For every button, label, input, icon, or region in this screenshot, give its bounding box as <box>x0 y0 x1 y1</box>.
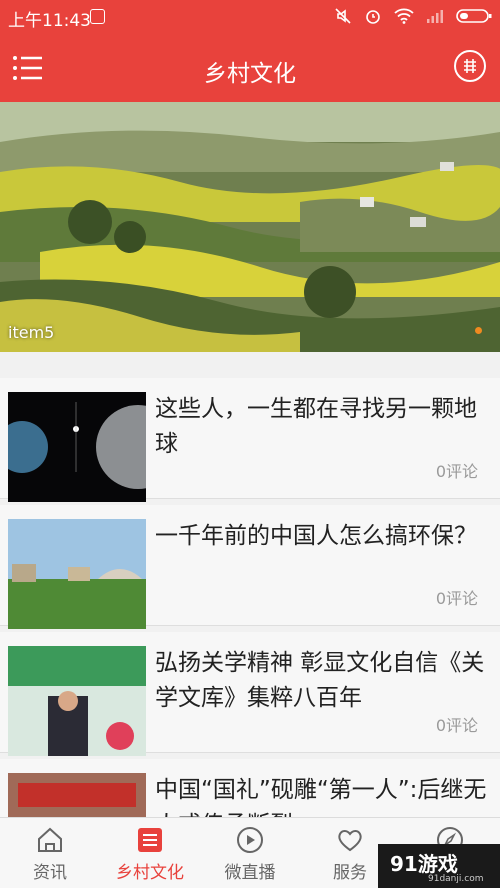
banner-carousel[interactable]: item5 <box>0 102 500 352</box>
signal-icon <box>427 10 443 23</box>
wifi-icon <box>394 8 414 24</box>
notification-app-icon <box>90 9 105 24</box>
list-item[interactable]: 这些人，一生都在寻找另一颗地球 0评论 <box>0 378 500 502</box>
watermark-url: 91danji.com <box>428 874 484 884</box>
comment-count: 0评论 <box>435 716 478 735</box>
tab-label: 资讯 <box>33 863 67 883</box>
comment-count: 0评论 <box>435 462 478 481</box>
banner-landscape-image <box>0 102 500 352</box>
tab-rural-culture[interactable]: 乡村文化 <box>100 818 200 888</box>
watermark-brand: 91游戏 <box>390 852 458 876</box>
document-icon <box>138 828 162 852</box>
scan-icon <box>464 59 476 73</box>
status-bar: 上午11:43 <box>0 0 500 34</box>
article-thumbnail <box>8 519 146 629</box>
heart-icon <box>338 830 362 852</box>
tab-news[interactable]: 资讯 <box>0 818 100 888</box>
app-bar: 乡村文化 <box>0 34 500 102</box>
article-title: 一千年前的中国人怎么搞环保？ <box>155 523 477 549</box>
carousel-indicator[interactable] <box>475 327 482 334</box>
comment-count: 0评论 <box>435 589 478 608</box>
list-item[interactable]: 弘扬关学精神 彰显文化自信《关学文库》集粹八百年 0评论 <box>0 632 500 756</box>
site-watermark: 91游戏 91danji.com <box>378 844 500 888</box>
tab-live[interactable]: 微直播 <box>200 818 300 888</box>
field-buildings-image <box>8 519 146 629</box>
article-title: 这些人，一生都在寻找另一颗地球 <box>155 396 477 457</box>
tab-label: 微直播 <box>224 863 276 883</box>
banner-caption: item5 <box>8 323 55 342</box>
conference-image <box>8 646 146 756</box>
play-icon <box>237 827 263 853</box>
page-title: 乡村文化 <box>204 61 296 87</box>
battery-icon <box>456 9 492 23</box>
planets-image <box>8 392 146 502</box>
tab-label: 乡村文化 <box>116 863 184 883</box>
alarm-icon <box>366 10 380 24</box>
article-thumbnail <box>8 392 146 502</box>
list-item[interactable]: 一千年前的中国人怎么搞环保？ 0评论 <box>0 505 500 629</box>
scan-button[interactable] <box>454 50 486 82</box>
mute-icon <box>335 8 351 24</box>
status-time: 上午11:43 <box>8 11 91 31</box>
home-icon <box>38 827 62 852</box>
article-thumbnail <box>8 646 146 756</box>
status-icons <box>334 7 492 25</box>
article-title: 弘扬关学精神 彰显文化自信《关学文库》集粹八百年 <box>155 650 485 711</box>
